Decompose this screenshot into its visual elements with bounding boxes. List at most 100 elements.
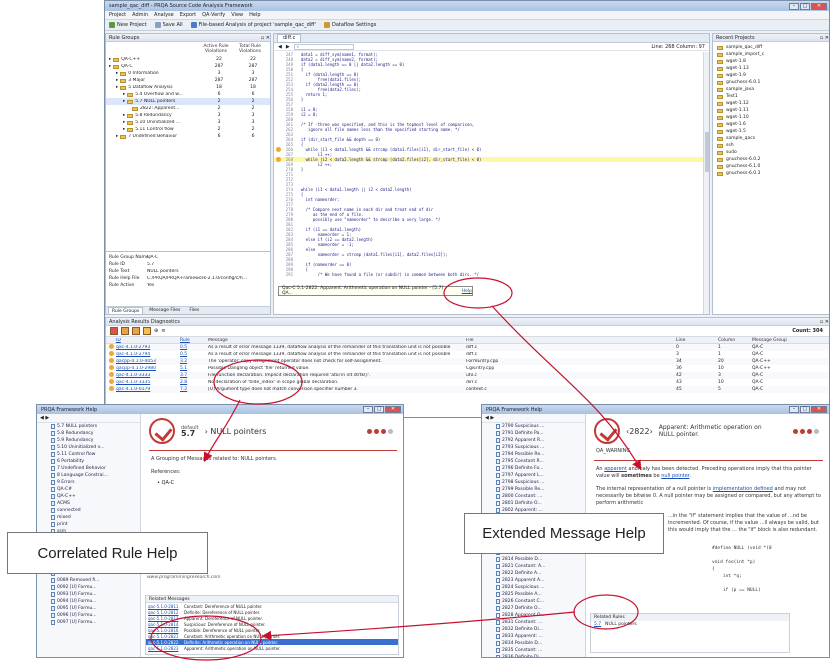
expand-arrow-icon[interactable]: ▸ <box>123 99 125 104</box>
minimize-button[interactable]: – <box>789 2 799 10</box>
rule-group-row[interactable]: ▸ 5.7 NULL pointers 2 2 <box>106 98 270 105</box>
minimize-button[interactable]: – <box>789 406 799 413</box>
result-rule[interactable]: 3.7 <box>180 373 208 378</box>
help-nav-item[interactable]: mixed <box>37 514 140 521</box>
column-header[interactable]: Line <box>676 338 718 343</box>
help-nav-item[interactable]: 2824 Suspicious ... <box>482 584 585 591</box>
recent-project-item[interactable]: wget-1.5 <box>713 128 829 135</box>
help-nav-item[interactable]: QA·C# <box>37 486 140 493</box>
help-nav-item[interactable]: 2825 Possible A... <box>482 591 585 598</box>
result-row[interactable]: qacpp-4.1.0-4053 3.2 The 'operator' copy a… <box>106 358 829 365</box>
result-id[interactable]: qac-4.1.0-2793 <box>116 345 180 350</box>
rule-group-row[interactable]: ▸ QA·C++ 22 22 <box>106 56 270 63</box>
help-nav-item[interactable]: 2795 Constant R... <box>482 458 585 465</box>
close-button[interactable]: ✕ <box>385 406 401 413</box>
expand-arrow-icon[interactable]: ▸ <box>123 120 125 125</box>
column-header[interactable]: File <box>466 338 676 343</box>
filter-note-icon[interactable] <box>143 327 151 335</box>
expand-arrow-icon[interactable]: ▸ <box>123 113 125 118</box>
help-nav-item[interactable]: 0092 [U] Formu... <box>37 584 140 591</box>
tab-rulegroups[interactable]: Rule Groups <box>108 307 144 314</box>
help-nav-item[interactable]: 2793 Suspicious ... <box>482 444 585 451</box>
editor-scroll-thumb[interactable] <box>705 132 709 172</box>
tooltip-help-link[interactable]: Help <box>462 289 472 294</box>
help-nav-item[interactable]: 2827 Definite O... <box>482 605 585 612</box>
menu-item-qaverify[interactable]: QA·Verify <box>202 12 225 18</box>
result-row[interactable]: qacpp-4.1.0-2980 5.1 Possible Dangling obj… <box>106 365 829 372</box>
result-id[interactable]: qac-4.1.0-0179 <box>116 387 180 392</box>
related-rule-row[interactable]: 5.7 NULL pointers <box>591 621 789 628</box>
help-nav-item[interactable]: 5.7 NULL pointers <box>37 423 140 430</box>
help-nav-item[interactable]: 2797 Apparent L... <box>482 472 585 479</box>
help-nav-item[interactable]: 2835 Constant: ... <box>482 647 585 654</box>
help-nav-item[interactable]: 9 Errors <box>37 479 140 486</box>
result-rule[interactable]: 5.1 <box>180 366 208 371</box>
help-nav-item[interactable]: 2790 Suspicious ... <box>482 423 585 430</box>
help-nav-item[interactable]: ACMS <box>37 500 140 507</box>
rule-group-row[interactable]: ▸ QA·C 287 287 <box>106 63 270 70</box>
filter-error-icon[interactable] <box>110 327 118 335</box>
back-arrow-icon[interactable]: ◀ ▶ <box>485 415 494 421</box>
recent-project-item[interactable]: sample_qacs <box>713 135 829 142</box>
rule-group-row[interactable]: ▸ 5.8 Redundancy 3 3 <box>106 112 270 119</box>
help-nav-item[interactable]: 2799 Possible Re... <box>482 486 585 493</box>
result-rule[interactable]: 7.2 <box>180 387 208 392</box>
find-input[interactable]: ⌕ <box>293 43 354 50</box>
save-all-button[interactable]: Save All <box>154 22 183 28</box>
expand-arrow-icon[interactable]: ▸ <box>116 71 118 76</box>
code-lines[interactable]: 247 data1 = diff_sym(name1, format); 248 … <box>274 52 703 314</box>
recent-project-item[interactable]: wget-1.8 <box>713 58 829 65</box>
recent-project-item[interactable]: Test1 <box>713 93 829 100</box>
menu-item-view[interactable]: View <box>231 12 243 18</box>
close-button[interactable]: ✕ <box>811 2 827 10</box>
result-id[interactable]: qac-4.1.0-3333 <box>116 373 180 378</box>
recent-project-item[interactable]: wget-1.6 <box>713 121 829 128</box>
result-rule[interactable]: 0.5 <box>180 352 208 357</box>
pane-menu-icon[interactable]: ▫ ✕ <box>820 35 829 41</box>
help-nav-item[interactable]: 0097 [U] Formu... <box>37 619 140 626</box>
help-nav-item[interactable]: 2801 Definite O... <box>482 500 585 507</box>
expand-arrow-icon[interactable]: ▸ <box>109 57 111 62</box>
recent-project-item[interactable]: gnuchess-6.0.3 <box>713 170 829 177</box>
close-button[interactable]: ✕ <box>811 406 827 413</box>
menu-item-export[interactable]: Export <box>180 12 196 18</box>
recent-project-item[interactable]: sample_qac_diff <box>713 44 829 51</box>
result-rule[interactable]: 0.5 <box>180 345 208 350</box>
rule-group-row[interactable]: ▸ 0 Information 3 3 <box>106 70 270 77</box>
related-message-row[interactable]: qac-5.1.0-2814 Suspicious: Dereference of… <box>146 621 398 627</box>
help-nav-item[interactable]: 2834 Possible D... <box>482 640 585 647</box>
recent-project-item[interactable]: wget-1.9 <box>713 72 829 79</box>
apparent-link[interactable]: apparent <box>604 466 627 472</box>
help-nav-item[interactable]: 2831 Constant: ... <box>482 619 585 626</box>
help-nav-item[interactable]: 2823 Apparent A... <box>482 577 585 584</box>
maximize-button[interactable]: □ <box>800 2 810 10</box>
result-id[interactable]: qacpp-4.1.0-4053 <box>116 359 180 364</box>
expand-arrow-icon[interactable]: ▸ <box>109 64 111 69</box>
help-nav-item[interactable]: 8 Language Constrai... <box>37 472 140 479</box>
pane-menu-icon[interactable]: ▫ ✕ <box>261 35 270 41</box>
recent-project-item[interactable]: gnuchess-6.0.1 <box>713 79 829 86</box>
file-based-analysis-button[interactable]: File-based Analysis of project 'sample_q… <box>190 22 316 28</box>
tab-files[interactable]: Files <box>186 307 202 314</box>
filter-toggle-icon[interactable]: ⊕ <box>154 328 158 334</box>
help-nav-item[interactable]: 5.10 Uninitialized v... <box>37 444 140 451</box>
help-nav-item[interactable]: 2828 Apparent O... <box>482 612 585 619</box>
recent-project-item[interactable]: wget-1.10 <box>713 114 829 121</box>
expand-arrow-icon[interactable]: ▸ <box>123 127 125 132</box>
recent-project-item[interactable]: wget-1.11 <box>713 107 829 114</box>
related-message-row[interactable]: qac-5.1.0-2816 Possible: Dereference of N… <box>146 627 398 633</box>
rule-group-row[interactable]: ▸ 5.11 Control flow 2 2 <box>106 126 270 133</box>
help-nav-item[interactable]: 2821 Constant: A... <box>482 563 585 570</box>
help-nav-item[interactable]: 2792 Apparent R... <box>482 437 585 444</box>
recent-project-item[interactable]: ssh <box>713 142 829 149</box>
help-nav-item[interactable]: 0093 [U] Formu... <box>37 591 140 598</box>
forward-arrow-icon[interactable]: ▶ <box>286 44 290 50</box>
help-nav-item[interactable]: 2833 Apparent: ... <box>482 633 585 640</box>
recent-project-item[interactable]: gnuchess-6.0.2 <box>713 156 829 163</box>
help-nav-item[interactable]: 0094 [U] Formu... <box>37 598 140 605</box>
back-arrow-icon[interactable]: ◀ <box>278 44 282 50</box>
help-nav-item[interactable]: 2798 Suspicious ... <box>482 479 585 486</box>
columns-icon[interactable]: ≡ <box>161 328 165 334</box>
related-message-row[interactable]: qac-5.1.0-2821 Constant: Arithmetic opera… <box>146 633 398 639</box>
related-message-row[interactable]: qac-5.1.0-2812 Definite: Dereference of N… <box>146 609 398 615</box>
